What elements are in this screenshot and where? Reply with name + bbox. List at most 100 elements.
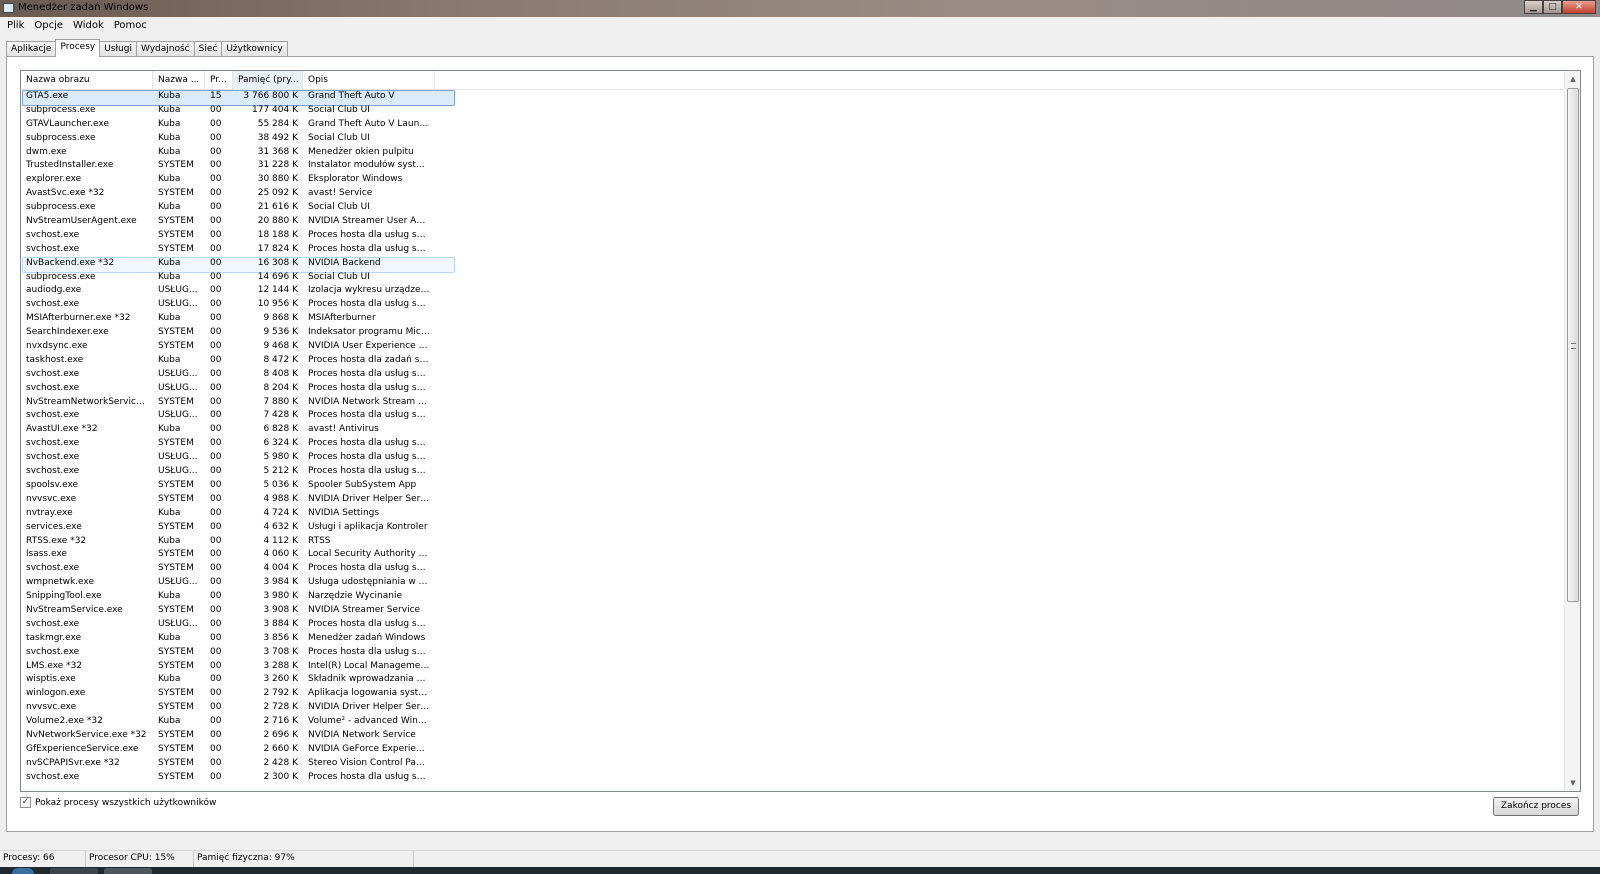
menu-file[interactable]: Plik [2, 17, 29, 35]
process-row[interactable]: wmpnetwk.exe USŁUG... 00 3 984 K Usługa udos… [21, 576, 1565, 590]
process-row[interactable]: subprocess.exe Kuba 00 14 696 K Social Club … [21, 271, 1565, 285]
user-name-cell: SYSTEM [158, 757, 194, 768]
process-row[interactable]: dwm.exe Kuba 00 31 368 K Menedżer okien pulp… [21, 146, 1565, 160]
tab-applications[interactable]: Aplikacje [6, 41, 57, 57]
tab-services[interactable]: Usługi [99, 41, 137, 57]
process-row[interactable]: svchost.exe USŁUG... 00 7 428 K Proces hosta… [21, 409, 1565, 423]
process-row[interactable]: SearchIndexer.exe SYSTEM 00 9 536 K Indeksat… [21, 326, 1565, 340]
process-row[interactable]: svchost.exe SYSTEM 00 2 300 K Proces hosta d… [21, 771, 1565, 785]
process-row[interactable]: LMS.exe *32 SYSTEM 00 3 288 K Intel(R) Local… [21, 660, 1565, 674]
end-process-button[interactable]: Zakończ proces [1493, 797, 1579, 816]
memory-cell: 5 036 K [263, 479, 298, 490]
process-row[interactable]: winlogon.exe SYSTEM 00 2 792 K Aplikacja log… [21, 687, 1565, 701]
tab-users[interactable]: Użytkownicy [221, 41, 288, 57]
description-cell: NVIDIA Driver Helper Servic... [308, 493, 435, 504]
process-row[interactable]: svchost.exe USŁUG... 00 5 980 K Proces hosta… [21, 451, 1565, 465]
process-row[interactable]: spoolsv.exe SYSTEM 00 5 036 K Spooler SubSys… [21, 479, 1565, 493]
column-user-name[interactable]: Nazwa ... [153, 71, 205, 90]
process-row[interactable]: GfExperienceService.exe SYSTEM 00 2 660 K NV… [21, 743, 1565, 757]
taskbar-button[interactable] [104, 868, 152, 874]
process-row[interactable]: nvvsvc.exe SYSTEM 00 2 728 K NVIDIA Driver H… [21, 701, 1565, 715]
menu-view[interactable]: Widok [68, 17, 109, 35]
process-row[interactable]: NvBackend.exe *32 Kuba 00 16 308 K NVIDIA Ba… [21, 256, 1565, 273]
minimize-button[interactable]: ▁ [1524, 0, 1543, 14]
title-bar[interactable]: Menedżer zadań Windows ▁ □ ✕ [0, 0, 1600, 17]
memory-cell: 38 492 K [257, 132, 298, 143]
menu-options[interactable]: Opcje [29, 17, 68, 35]
process-row[interactable]: svchost.exe SYSTEM 00 3 708 K Proces hosta d… [21, 646, 1565, 660]
cpu-cell: 00 [210, 452, 222, 463]
show-all-users-label[interactable]: Pokaż procesy wszystkich użytkowników [35, 798, 216, 808]
process-row[interactable]: nvxdsync.exe SYSTEM 00 9 468 K NVIDIA User E… [21, 340, 1565, 354]
process-row[interactable]: TrustedInstaller.exe SYSTEM 00 31 228 K Inst… [21, 159, 1565, 173]
cpu-cell: 00 [210, 493, 222, 504]
process-row[interactable]: NvNetworkService.exe *32 SYSTEM 00 2 696 K N… [21, 729, 1565, 743]
process-row[interactable]: nvtray.exe Kuba 00 4 724 K NVIDIA Settings [21, 507, 1565, 521]
tab-performance[interactable]: Wydajność [135, 41, 195, 57]
tab-network[interactable]: Sieć [193, 41, 223, 57]
process-row[interactable]: subprocess.exe Kuba 00 177 404 K Social Club… [21, 104, 1565, 118]
process-row[interactable]: GTA5.exe Kuba 15 3 766 800 K Grand Theft Aut… [21, 90, 1565, 106]
maximize-button[interactable]: □ [1543, 0, 1562, 14]
tab-processes[interactable]: Procesy [55, 39, 101, 57]
process-row[interactable]: subprocess.exe Kuba 00 38 492 K Social Club … [21, 132, 1565, 146]
process-row[interactable]: nvSCPAPISvr.exe *32 SYSTEM 00 2 428 K Stereo… [21, 757, 1565, 771]
process-row[interactable]: svchost.exe USŁUG... 00 5 212 K Proces hosta… [21, 465, 1565, 479]
process-row[interactable]: NvStreamNetworkService.exe SYSTEM 00 7 880 … [21, 396, 1565, 410]
column-image-name[interactable]: Nazwa obrazu [21, 71, 153, 90]
column-cpu[interactable]: Pr... [205, 71, 233, 90]
process-row[interactable]: lsass.exe SYSTEM 00 4 060 K Local Security A… [21, 548, 1565, 562]
process-row[interactable]: svchost.exe USŁUG... 00 8 204 K Proces hosta… [21, 382, 1565, 396]
column-description[interactable]: Opis [303, 71, 435, 90]
process-row[interactable]: services.exe SYSTEM 00 4 632 K Usługi i apli… [21, 521, 1565, 535]
close-button[interactable]: ✕ [1562, 0, 1596, 14]
cpu-cell: 00 [210, 632, 222, 643]
process-row[interactable]: svchost.exe USŁUG... 00 8 408 K Proces hosta… [21, 368, 1565, 382]
process-row[interactable]: NvStreamService.exe SYSTEM 00 3 908 K NVIDIA… [21, 604, 1565, 618]
description-cell: Instalator modułów system... [308, 160, 435, 171]
process-row[interactable]: svchost.exe SYSTEM 00 18 188 K Proces hosta … [21, 229, 1565, 243]
image-name-cell: subprocess.exe [26, 202, 96, 213]
process-row[interactable]: svchost.exe SYSTEM 00 4 004 K Proces hosta d… [21, 562, 1565, 576]
show-all-users-checkbox[interactable]: ✓ [20, 797, 31, 808]
image-name-cell: AvastUI.exe *32 [26, 424, 98, 435]
process-row[interactable]: GTAVLauncher.exe Kuba 00 55 284 K Grand Thef… [21, 118, 1565, 132]
process-row[interactable]: wisptis.exe Kuba 00 3 260 K Składnik wprowad… [21, 673, 1565, 687]
process-row[interactable]: SnippingTool.exe Kuba 00 3 980 K Narzędzie W… [21, 590, 1565, 604]
process-row[interactable]: svchost.exe SYSTEM 00 17 824 K Proces hosta … [21, 243, 1565, 257]
image-name-cell: wmpnetwk.exe [26, 577, 95, 588]
menu-help[interactable]: Pomoc [109, 17, 152, 35]
column-memory[interactable]: Pamięć (pry... [233, 71, 303, 90]
process-list[interactable]: Nazwa obrazu Nazwa ... Pr... Pamięć (pry… [20, 70, 1581, 792]
scroll-down-arrow-icon[interactable]: ▼ [1565, 775, 1580, 791]
process-row[interactable]: explorer.exe Kuba 00 30 880 K Eksplorator Wi… [21, 173, 1565, 187]
start-button-icon[interactable] [12, 868, 34, 874]
process-row[interactable]: taskhost.exe Kuba 00 8 472 K Proces hosta dl… [21, 354, 1565, 368]
memory-cell: 12 144 K [257, 285, 298, 296]
process-row[interactable]: nvvsvc.exe SYSTEM 00 4 988 K NVIDIA Driver H… [21, 493, 1565, 507]
process-row[interactable]: AvastSvc.exe *32 SYSTEM 00 25 092 K avast! S… [21, 187, 1565, 201]
scroll-up-arrow-icon[interactable]: ▲ [1565, 71, 1580, 87]
show-all-users-option[interactable]: ✓ Pokaż procesy wszystkich użytkowników [20, 797, 216, 808]
process-row[interactable]: svchost.exe SYSTEM 00 6 324 K Proces hosta d… [21, 437, 1565, 451]
process-row[interactable]: MSIAfterburner.exe *32 Kuba 00 9 868 K MSIAf… [21, 312, 1565, 326]
image-name-cell: AvastSvc.exe *32 [26, 188, 105, 199]
process-row[interactable]: AvastUI.exe *32 Kuba 00 6 828 K avast! Antiv… [21, 423, 1565, 437]
taskbar-button[interactable] [50, 868, 98, 874]
scrollbar-thumb[interactable] [1567, 88, 1579, 602]
process-row[interactable]: taskmgr.exe Kuba 00 3 856 K Menedżer zadań W… [21, 632, 1565, 646]
description-cell: NVIDIA Settings [308, 507, 380, 518]
memory-cell: 8 472 K [263, 354, 298, 365]
user-name-cell: Kuba [158, 202, 181, 213]
vertical-scrollbar[interactable]: ▲ ▼ [1564, 71, 1580, 791]
process-row[interactable]: RTSS.exe *32 Kuba 00 4 112 K RTSS [21, 535, 1565, 549]
memory-cell: 5 212 K [263, 466, 298, 477]
process-row[interactable]: svchost.exe USŁUG... 00 10 956 K Proces host… [21, 298, 1565, 312]
description-cell: Składnik wprowadzania dot... [308, 674, 435, 685]
process-row[interactable]: svchost.exe USŁUG... 00 3 884 K Proces hosta… [21, 618, 1565, 632]
process-row[interactable]: audiodg.exe USŁUG... 00 12 144 K Izolacja wy… [21, 284, 1565, 298]
process-row[interactable]: Volume2.exe *32 Kuba 00 2 716 K Volume² - ad… [21, 715, 1565, 729]
process-row[interactable]: subprocess.exe Kuba 00 21 616 K Social Club … [21, 201, 1565, 215]
user-name-cell: SYSTEM [158, 743, 194, 754]
process-row[interactable]: NvStreamUserAgent.exe SYSTEM 00 20 880 K NVI… [21, 215, 1565, 229]
